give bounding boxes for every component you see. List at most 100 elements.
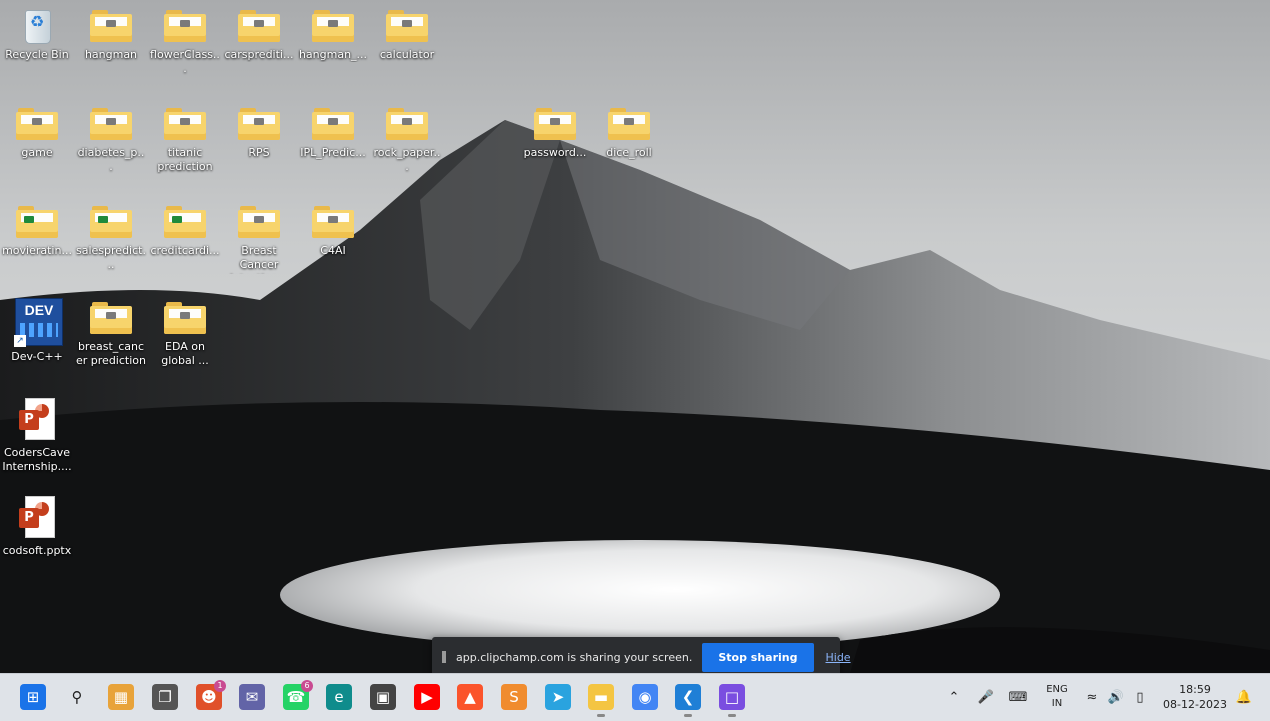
folder-icon [385,104,429,144]
people-icon: ☻ [201,688,217,706]
telegram[interactable]: ➤ [545,684,571,710]
edge[interactable]: e [326,684,352,710]
app-notifications[interactable]: ☻ 1 [196,680,226,710]
desktop-icon-label: movieratin... [2,244,72,257]
teams-chat[interactable]: ✉ [239,684,265,710]
desktop-icon-7[interactable]: game [0,104,74,160]
desktop-icon-14[interactable]: dice_roll [592,104,666,160]
desktop-icon-label: codsoft.pptx [2,544,72,557]
notification-bell-icon[interactable]: 🔔 [1234,684,1254,710]
search-button[interactable]: ⚲ [64,684,90,710]
desktop-icon-label: breast_cancer prediction [76,340,146,367]
desktop-icon-label: Recycle Bin [5,48,69,61]
desktop-icon-20[interactable]: DEV ↗ Dev-C++ [0,298,74,364]
desktop-icon-21[interactable]: breast_cancer prediction [74,298,148,368]
desktop-icon-label: dice_roll [606,146,652,159]
chat-icon: ✉ [245,688,259,706]
desktop-icon-8[interactable]: diabetes_p... [74,104,148,174]
desktop-icon-16[interactable]: salespredict... [74,202,148,272]
running-indicator [728,714,736,717]
desktop-icon-label: hangman_... [298,48,368,61]
brave-icon: ▲ [464,688,476,706]
widgets-button[interactable]: ▦ [108,684,134,710]
clock[interactable]: 18:59 08-12-2023 [1160,682,1230,712]
wifi-icon[interactable]: ≈ [1082,684,1102,710]
stop-sharing-button[interactable]: Stop sharing [702,642,814,672]
folder-icon [237,104,281,144]
desktop-icon-label: creditcardi... [150,244,220,257]
folder-icon [607,104,651,144]
hide-share-bar-link[interactable]: Hide [826,651,851,664]
desktop-icon-12[interactable]: rock_paper... [370,104,444,174]
volume-icon[interactable]: 🔊 [1106,684,1126,710]
desktop-icon-label: CodersCave Internship.... [2,446,72,473]
desktop-icon-label: Breast Cancer detection ... [226,244,292,274]
folder-icon [311,104,355,144]
sublime-text[interactable]: S [501,684,527,710]
start-button[interactable]: ⊞ [20,684,46,710]
desktop-icon-label: titanic prediction [157,146,213,173]
desktop-icon-24[interactable]: Pcodsoft.pptx [0,496,74,558]
desktop-icon-6[interactable]: calculator [370,6,444,62]
desktop-icon-17[interactable]: creditcardi... [148,202,222,258]
desktop-icon-2[interactable]: hangman [74,6,148,62]
brave[interactable]: ▲ [457,684,483,710]
desktop-icon-label: IPL_Predic... [300,146,366,159]
desktop-icon-15[interactable]: movieratin... [0,202,74,258]
language-indicator[interactable]: ENG IN [1040,683,1074,711]
youtube[interactable]: ▶ [414,684,440,710]
chrome[interactable]: ◉ [632,684,658,710]
desktop-icon-9[interactable]: titanic prediction [148,104,222,174]
folder-icon [311,202,355,242]
folder-icon: ▬ [593,688,609,706]
notification-badge: 1 [214,680,226,692]
microphone-icon[interactable]: 🎤 [976,684,996,710]
running-indicator [597,714,605,717]
dev-cpp-icon: DEV ↗ [14,298,63,348]
desktop-icon-13[interactable]: password... [518,104,592,160]
powerpoint-icon: P [15,398,59,444]
desktop-icon-19[interactable]: C4AI [296,202,370,258]
desktop-icon-1[interactable]: ♻ Recycle Bin [0,6,74,62]
folder-icon [237,202,281,242]
vscode[interactable]: ❮ [675,684,701,717]
desktop-icon-18[interactable]: Breast Cancer detection ... [222,202,296,274]
region-code: IN [1051,698,1063,709]
desktop-icon-4[interactable]: carsprediti... [222,6,296,62]
desktop-icon-label: Dev-C++ [11,350,63,363]
search-icon: ⚲ [71,688,83,706]
task-view-button[interactable]: ❐ [152,684,178,710]
desktop-icon-3[interactable]: flowerClass... [148,6,222,76]
battery-icon[interactable]: ▯ [1130,684,1150,710]
sublime-icon: S [509,688,519,706]
notification-badge: 6 [301,680,313,692]
microsoft-store[interactable]: ▣ [370,684,396,710]
desktop-icon-label: flowerClass... [150,48,220,75]
file-explorer[interactable]: ▬ [588,684,614,717]
whatsapp[interactable]: ☎ 6 [283,680,313,710]
desktop-icon-label: RPS [248,146,270,159]
desktop-icon-label: C4AI [320,244,346,257]
desktop-icon-10[interactable]: RPS [222,104,296,160]
taskbar: ⊞ ⚲ ▦ ❐ ☻ 1 ✉ ☎ 6 e ▣ ▶ ▲ S ➤ ▬ ◉ ❮ □ ⌃ 🎤 ⌨ ENG IN ≈ 🔊 ▯ 1… [0,673,1270,721]
desktop-icon-label: EDA on global ... [161,340,209,367]
show-hidden-icons-button[interactable]: ⌃ [944,684,964,710]
desktop-icon-label: password... [523,146,587,159]
clipchamp[interactable]: □ [719,684,745,717]
desktop-icon-22[interactable]: EDA on global ... [148,298,222,368]
folder-icon [163,6,207,46]
telegram-icon: ➤ [551,688,565,706]
drag-handle[interactable] [442,651,446,663]
desktop-icon-label: game [21,146,53,159]
folder-icon [163,202,207,242]
chrome-icon: ◉ [638,688,652,706]
touch-keyboard-icon[interactable]: ⌨ [1006,684,1030,710]
chevron-up-icon: ⌃ [948,689,960,705]
screen-share-bar: app.clipchamp.com is sharing your screen… [432,637,851,677]
folder-icon [163,298,207,338]
desktop-icon-11[interactable]: IPL_Predic... [296,104,370,160]
desktop-icon-5[interactable]: hangman_... [296,6,370,62]
edge-icon: e [334,688,344,706]
folder-icon [89,6,133,46]
desktop-icon-23[interactable]: P CodersCave Internship.... [0,398,74,474]
